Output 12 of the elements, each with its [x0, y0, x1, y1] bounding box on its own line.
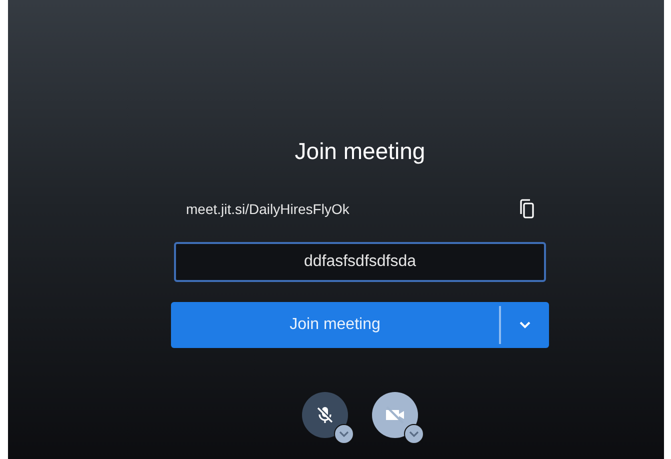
camera-toggle-button[interactable] [372, 392, 418, 438]
options-button[interactable] [334, 424, 354, 444]
options-button[interactable] [404, 424, 424, 444]
copy-icon[interactable] [520, 199, 534, 219]
microphone-toggle-button[interactable] [302, 392, 348, 438]
meeting-url: meet.jit.si/DailyHiresFlyOk [186, 201, 350, 217]
name-field[interactable]: ddfasfsdfsdfsda [174, 242, 546, 282]
caret-icon [339, 431, 349, 437]
caret-icon [519, 321, 531, 329]
caret-icon [409, 431, 419, 437]
dialog-title: Join meeting [294, 138, 426, 166]
muted-microphone-icon [315, 405, 335, 425]
